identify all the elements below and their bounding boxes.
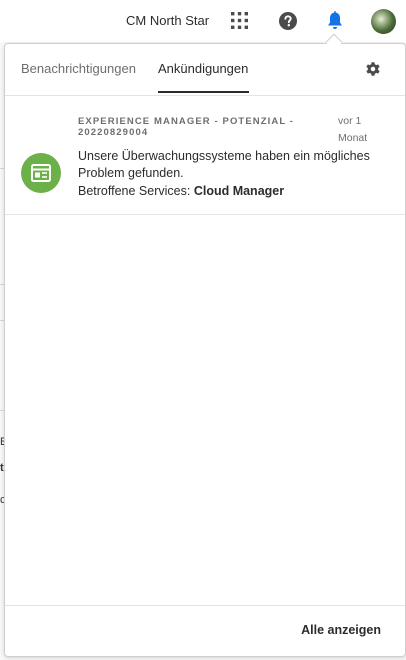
web-page-icon [31,164,51,182]
org-switcher[interactable]: CM North Star [126,13,209,28]
tab-bar: Benachrichtigungen Ankündigungen [5,44,405,96]
popover-footer: Alle anzeigen [5,605,405,656]
affected-services-label: Betroffene Services: [78,184,194,198]
avatar[interactable] [371,9,396,34]
announcement-item[interactable]: EXPERIENCE MANAGER - POTENZIAL - 2022082… [5,96,405,215]
tab-notifications[interactable]: Benachrichtigungen [21,61,136,76]
apps-grid-icon[interactable] [231,12,248,29]
announcement-timestamp: vor 1 Monat [338,115,368,144]
top-bar: CM North Star [0,0,406,42]
announcement-message: Unsere Überwachungssysteme haben ein mög… [78,149,370,180]
gear-icon[interactable] [364,60,382,78]
active-tab-indicator [158,91,249,93]
affected-services-value: Cloud Manager [193,184,285,198]
help-icon[interactable] [279,12,297,30]
announcement-title: EXPERIENCE MANAGER - POTENZIAL - 2022082… [78,116,295,138]
affected-services: Betroffene Services: Cloud Manager [78,183,388,200]
tab-announcements[interactable]: Ankündigungen [158,61,248,76]
bell-icon[interactable] [326,11,344,30]
announcements-popover: Benachrichtigungen Ankündigungen EXPERIE… [4,43,406,657]
view-all-button[interactable]: Alle anzeigen [301,623,381,637]
announcement-icon-badge [21,153,61,193]
